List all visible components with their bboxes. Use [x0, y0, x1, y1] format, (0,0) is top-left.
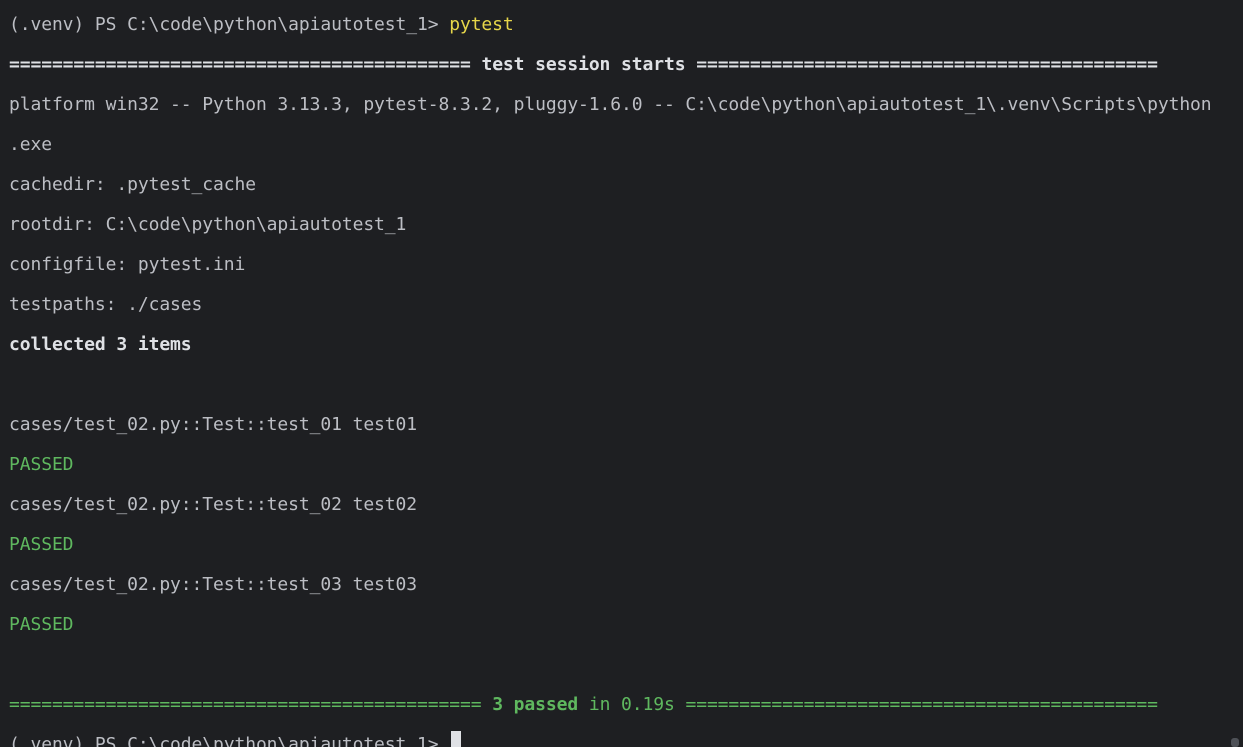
prompt: (.venv) PS C:\code\python\apiautotest_1> — [9, 734, 450, 747]
cachedir-line: cachedir: .pytest_cache — [9, 174, 256, 195]
command-text: pytest — [449, 14, 514, 35]
separator-right: ========================================… — [696, 54, 1158, 75]
prompt: (.venv) PS C:\code\python\apiautotest_1> — [9, 14, 450, 35]
platform-line-wrap: .exe — [9, 134, 52, 155]
configfile-line: configfile: pytest.ini — [9, 254, 246, 275]
summary-duration: in 0.19s — [578, 694, 686, 715]
session-header: ========================================… — [9, 45, 1243, 85]
text-cursor — [451, 731, 462, 747]
test-status: PASSED — [9, 534, 74, 555]
terminal-output: (.venv) PS C:\code\python\apiautotest_1>… — [9, 5, 1243, 747]
terminal-window[interactable]: (.venv) PS C:\code\python\apiautotest_1>… — [0, 0, 1243, 747]
test-name: cases/test_02.py::Test::test_01 test01 — [9, 414, 418, 435]
testpaths-line: testpaths: ./cases — [9, 294, 203, 315]
session-title: test session starts — [481, 54, 686, 75]
test-status: PASSED — [9, 454, 74, 475]
test-name: cases/test_02.py::Test::test_03 test03 — [9, 574, 418, 595]
summary-line: ========================================… — [9, 685, 1243, 725]
rootdir-line: rootdir: C:\code\python\apiautotest_1 — [9, 214, 407, 235]
scrollbar-thumb[interactable] — [1231, 738, 1239, 747]
collected-line: collected 3 items — [9, 334, 192, 355]
test-status: PASSED — [9, 614, 74, 635]
separator-left: ========================================… — [9, 54, 471, 75]
command-line: (.venv) PS C:\code\python\apiautotest_1>… — [9, 5, 1243, 45]
summary-separator-left: ========================================… — [9, 694, 482, 715]
summary-separator-right: ========================================… — [685, 694, 1158, 715]
summary-count: 3 passed — [492, 694, 579, 715]
prompt-line[interactable]: (.venv) PS C:\code\python\apiautotest_1> — [9, 725, 1243, 747]
platform-line: platform win32 -- Python 3.13.3, pytest-… — [9, 94, 1212, 115]
test-name: cases/test_02.py::Test::test_02 test02 — [9, 494, 418, 515]
